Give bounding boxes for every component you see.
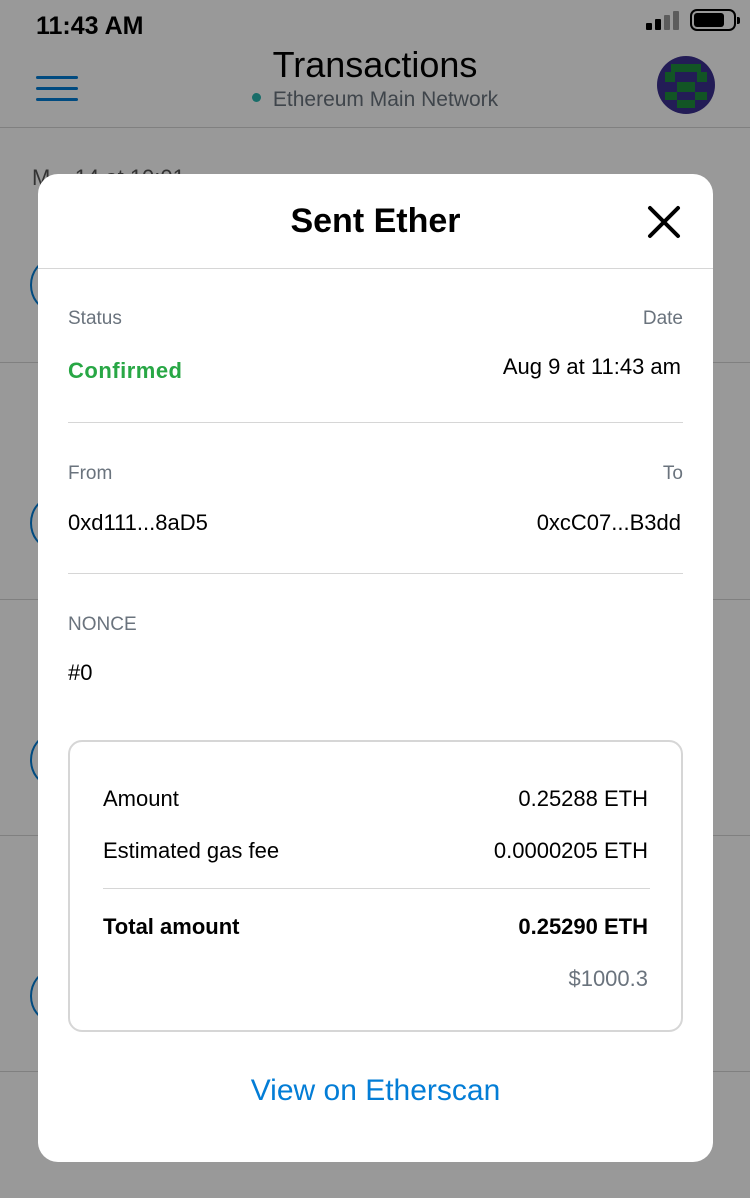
from-label: From bbox=[68, 463, 113, 484]
amount-label: Amount bbox=[103, 786, 179, 811]
nonce-label: NONCE bbox=[68, 614, 137, 635]
close-icon[interactable] bbox=[642, 200, 686, 244]
transaction-details-modal: Sent Ether Status Date Confirmed Aug 9 a… bbox=[38, 174, 713, 1162]
divider bbox=[103, 888, 650, 889]
total-fiat-value: $1000.3 bbox=[568, 966, 648, 991]
divider bbox=[68, 573, 683, 574]
divider bbox=[68, 422, 683, 423]
from-address: 0xd111...8aD5 bbox=[68, 510, 208, 535]
status-badge: Confirmed bbox=[68, 358, 183, 383]
total-amount-value: 0.25290 ETH bbox=[518, 914, 648, 939]
gas-fee-label: Estimated gas fee bbox=[103, 838, 280, 863]
amount-summary-box: Amount 0.25288 ETH Estimated gas fee 0.0… bbox=[68, 740, 683, 1032]
modal-title: Sent Ether bbox=[290, 202, 461, 240]
view-on-etherscan-link[interactable]: View on Etherscan bbox=[38, 1074, 713, 1108]
gas-fee-value: 0.0000205 ETH bbox=[493, 838, 648, 863]
to-label: To bbox=[662, 463, 683, 484]
total-amount-label: Total amount bbox=[103, 914, 240, 939]
date-label: Date bbox=[642, 308, 683, 329]
nonce-value: #0 bbox=[68, 660, 93, 685]
date-value: Aug 9 at 11:43 am bbox=[502, 354, 681, 379]
amount-value: 0.25288 ETH bbox=[518, 786, 648, 811]
status-label: Status bbox=[68, 308, 122, 329]
to-address: 0xcC07...B3dd bbox=[536, 510, 681, 535]
modal-header: Sent Ether bbox=[38, 174, 713, 269]
